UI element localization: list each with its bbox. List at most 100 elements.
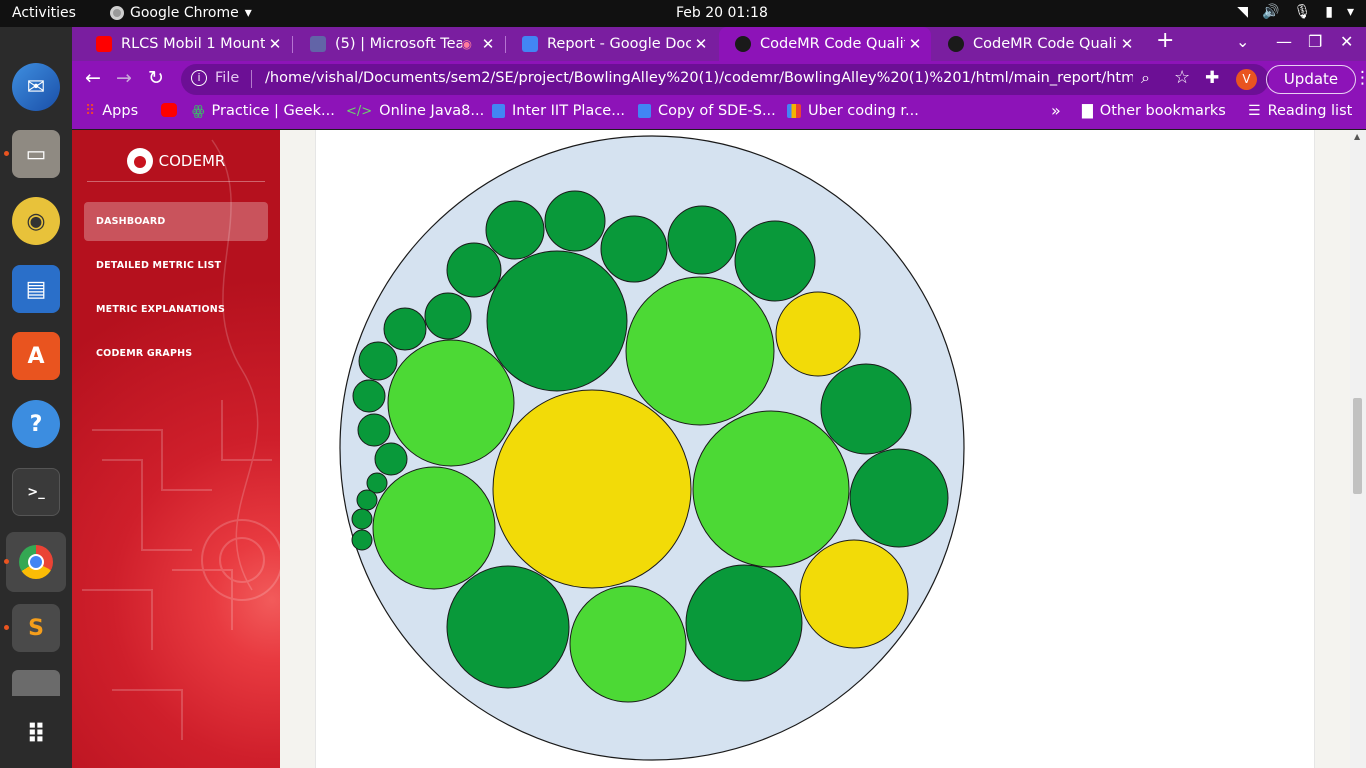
vertical-scrollbar[interactable]: ▲ (1350, 130, 1366, 768)
close-icon[interactable]: ✕ (478, 35, 498, 53)
wifi-icon: ◥ (1237, 4, 1249, 20)
nav-codemr-graphs[interactable]: CODEMR GRAPHS (84, 334, 268, 373)
bookmarks-overflow-button[interactable]: » (1051, 101, 1061, 120)
address-divider (251, 70, 252, 88)
class-circle-23[interactable] (357, 413, 391, 447)
profile-avatar[interactable]: V (1236, 69, 1257, 90)
class-circle-8[interactable] (685, 564, 803, 682)
class-circle-17[interactable] (485, 200, 545, 260)
tab-4[interactable]: CodeMR Code Quality ✕ (932, 27, 1143, 61)
google-docs-favicon-icon (522, 36, 538, 52)
help-icon[interactable]: ? (12, 400, 60, 448)
class-circle-12[interactable] (775, 291, 861, 377)
close-icon[interactable]: ✕ (691, 35, 711, 53)
class-circle-16[interactable] (544, 190, 606, 252)
class-circle-4[interactable] (387, 339, 515, 467)
tab-2[interactable]: Report - Google Docs ✕ (506, 27, 717, 61)
brand-name: CODEMR (158, 152, 226, 170)
tab-search-icon[interactable]: ⌄ (1236, 32, 1249, 51)
terminal-icon[interactable]: >_ (12, 468, 60, 516)
bookmarks-bar: ⠿ Apps ꙮ Practice | Geek... </> Online J… (72, 97, 1366, 129)
system-tray[interactable]: ◥ 🔊 🎙 ▮ ▾ (1237, 4, 1354, 20)
thunderbird-icon[interactable]: ✉ (12, 63, 60, 111)
tab-1[interactable]: (5) | Microsoft Tear ◉ ✕ (294, 27, 504, 61)
libreoffice-writer-icon[interactable]: ▤ (12, 265, 60, 313)
minimize-button[interactable]: — (1276, 32, 1292, 51)
web-page: CODEMR DASHBOARD DETAILED METRIC LIST ME… (72, 130, 1366, 768)
forward-button[interactable]: → (116, 67, 132, 89)
close-icon[interactable]: ✕ (265, 35, 285, 53)
app-menu[interactable]: Google Chrome ▾ (110, 5, 252, 21)
sublime-text-icon[interactable]: S (12, 604, 60, 652)
scrollbar-thumb[interactable] (1353, 398, 1362, 494)
codemr-favicon-icon (735, 36, 751, 52)
tab-3[interactable]: CodeMR Code Quality ✕ (719, 27, 931, 61)
address-url[interactable]: /home/vishal/Documents/sem2/SE/project/B… (265, 70, 1133, 86)
other-bookmarks-label: Other bookmarks (1099, 103, 1226, 119)
close-icon[interactable]: ✕ (905, 35, 925, 53)
bookmark-star-icon[interactable]: ☆ (1174, 67, 1190, 88)
new-tab-button[interactable]: + (1156, 28, 1174, 53)
bookmark-geeksforgeeks[interactable]: ꙮ Practice | Geek... (192, 103, 335, 119)
show-applications-icon[interactable]: ⠿ (12, 711, 60, 759)
reload-button[interactable]: ↻ (148, 67, 164, 89)
update-button[interactable]: Update (1266, 65, 1356, 94)
class-circle-5[interactable] (372, 466, 496, 590)
class-circle-15[interactable] (600, 215, 668, 283)
rhythmbox-icon[interactable]: ◉ (12, 197, 60, 245)
drive-icon[interactable] (12, 670, 60, 696)
bookmark-inter-iit[interactable]: Inter IIT Place... (492, 103, 625, 119)
info-icon[interactable]: i (191, 70, 207, 86)
class-circle-10[interactable] (849, 448, 949, 548)
bookmark-sde-sheet[interactable]: Copy of SDE-S... (638, 103, 776, 119)
back-button[interactable]: ← (85, 67, 101, 89)
class-circle-19[interactable] (424, 292, 472, 340)
chrome-icon[interactable] (6, 532, 66, 592)
class-circle-21[interactable] (358, 341, 398, 381)
class-circle-9[interactable] (799, 539, 909, 649)
class-circle-2[interactable] (486, 250, 628, 392)
class-circle-3[interactable] (692, 410, 850, 568)
class-circle-27[interactable] (351, 508, 373, 530)
class-circle-28[interactable] (351, 529, 373, 551)
class-circle-1[interactable] (625, 276, 775, 426)
tab-separator (292, 36, 293, 53)
restore-button[interactable]: ❐ (1308, 32, 1322, 51)
class-circle-14[interactable] (667, 205, 737, 275)
nav-detailed-metric-list[interactable]: DETAILED METRIC LIST (84, 246, 268, 285)
bookmark-youtube[interactable] (161, 103, 184, 117)
class-circle-11[interactable] (820, 363, 912, 455)
battery-icon: ▮ (1325, 4, 1333, 20)
class-circle-13[interactable] (734, 220, 816, 302)
activities-button[interactable]: Activities (12, 5, 76, 21)
class-circle-6[interactable] (446, 565, 570, 689)
tab-0[interactable]: RLCS Mobil 1 Mountai ✕ (80, 27, 291, 61)
files-icon[interactable]: ▭ (12, 130, 60, 178)
bookmark-online-java[interactable]: </> Online Java8... (346, 103, 484, 119)
scroll-up-icon[interactable]: ▲ (1354, 132, 1360, 141)
software-center-icon[interactable]: A (12, 332, 60, 380)
reading-list-label: Reading list (1267, 103, 1353, 119)
class-circle-24[interactable] (374, 442, 408, 476)
class-circle-20[interactable] (383, 307, 427, 351)
class-circle-7[interactable] (569, 585, 687, 703)
zoom-icon[interactable]: ⌕ (1141, 68, 1150, 88)
address-bar[interactable]: i File /home/vishal/Documents/sem2/SE/pr… (181, 64, 1269, 95)
kebab-menu-icon[interactable]: ⋮ (1354, 68, 1366, 88)
brand[interactable]: CODEMR (72, 140, 280, 182)
close-window-button[interactable]: ✕ (1340, 32, 1353, 51)
teams-favicon-icon (310, 36, 326, 52)
clock[interactable]: Feb 20 01:18 (676, 5, 768, 21)
bookmark-uber-coding[interactable]: Uber coding r... (787, 103, 919, 119)
class-circle-18[interactable] (446, 242, 502, 298)
nav-metric-explanations[interactable]: METRIC EXPLANATIONS (84, 290, 268, 329)
class-circle-22[interactable] (352, 379, 386, 413)
reading-list[interactable]: ☰ Reading list (1248, 103, 1352, 119)
class-circle-0[interactable] (492, 389, 692, 589)
close-icon[interactable]: ✕ (1117, 35, 1137, 53)
bookmark-apps[interactable]: ⠿ Apps (85, 103, 138, 119)
nav-dashboard[interactable]: DASHBOARD (84, 202, 268, 241)
class-circle-26[interactable] (356, 489, 378, 511)
extensions-icon[interactable]: ✚ (1205, 68, 1219, 88)
other-bookmarks[interactable]: ▇ Other bookmarks (1082, 103, 1226, 119)
